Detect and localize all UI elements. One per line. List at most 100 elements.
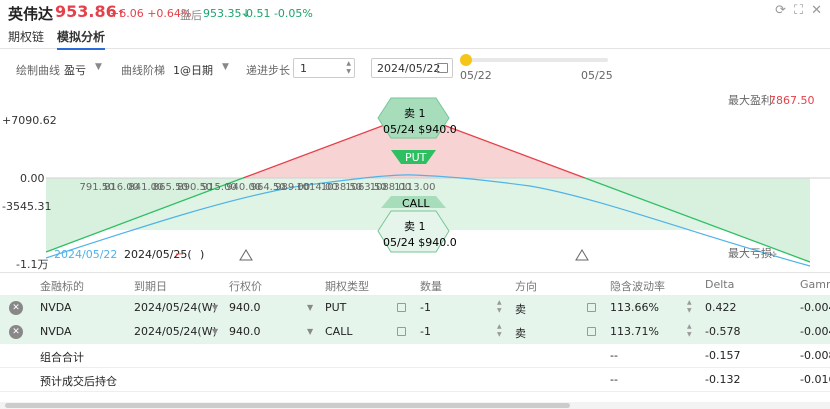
col-type: 期权类型: [325, 280, 369, 293]
row-strike[interactable]: 940.0: [229, 325, 261, 338]
put-leg-action: 卖 1: [404, 107, 426, 120]
row-type[interactable]: PUT: [325, 301, 346, 314]
row-delta: 0.422: [705, 301, 737, 314]
col-qty: 数量: [420, 280, 442, 293]
tab-option-chain[interactable]: 期权链: [8, 28, 44, 45]
y-tick: -1.1万: [16, 258, 48, 270]
after-hours-change: -0.51 -0.05%: [242, 7, 313, 20]
chevron-down-icon[interactable]: ▼: [212, 327, 218, 336]
slider-end-label: 05/25: [581, 69, 613, 82]
ladder-select[interactable]: 1@日期: [173, 62, 213, 78]
table-row: ✕ NVDA 2024/05/24(W) ▼ 940.0 ▼ PUT -1 ▲ ▼…: [0, 296, 830, 320]
row-iv[interactable]: 113.71%: [610, 325, 659, 338]
maximize-icon[interactable]: ⛶: [794, 3, 803, 18]
close-icon[interactable]: ✕: [811, 3, 822, 18]
chevron-down-icon[interactable]: ▼: [307, 303, 313, 312]
slider-start-label: 05/22: [460, 69, 492, 82]
row-qty[interactable]: -1: [420, 325, 431, 338]
stepper-up-icon[interactable]: ▲: [346, 60, 351, 68]
row-qty[interactable]: -1: [420, 301, 431, 314]
row-symbol: NVDA: [40, 301, 72, 314]
row-direction[interactable]: 卖: [515, 325, 526, 341]
date-slider-handle[interactable]: [460, 54, 472, 66]
iv-stepper-icon[interactable]: ▲ ▼: [687, 323, 692, 339]
after-hours-label: 盘后: [180, 9, 202, 22]
col-direction: 方向: [515, 280, 537, 293]
table-header: 金融标的 到期日 行权价 期权类型 数量 方向 隐含波动率 Delta Gamm: [0, 272, 830, 296]
date-slider-track[interactable]: [462, 58, 608, 62]
y-tick: -3545.31: [2, 200, 51, 213]
ladder-label: 曲线阶梯: [121, 64, 165, 77]
col-strike: 行权价: [229, 280, 262, 293]
col-delta: Delta: [705, 278, 735, 291]
quote-header: 英伟达 953.86↑ +6.06 +0.64% 盘后 953.35↓ -0.5…: [0, 0, 830, 25]
summary-delta: -0.132: [705, 373, 741, 386]
svg-text:⌐: ⌐: [175, 248, 184, 261]
date-input[interactable]: 2024/05/22: [371, 58, 453, 78]
summary-gamma: -0.008: [800, 349, 830, 362]
row-delta: -0.578: [705, 325, 741, 338]
tab-bar: 期权链 模拟分析: [0, 25, 830, 50]
call-leg-type: CALL: [402, 197, 430, 210]
y-tick: +7090.62: [2, 114, 57, 127]
tab-simulation[interactable]: 模拟分析: [57, 28, 106, 50]
x-tick: 1113.00: [394, 182, 435, 193]
step-stepper[interactable]: 1 ▲ ▼: [293, 58, 355, 78]
row-gamma: -0.004: [800, 325, 830, 338]
calendar-icon[interactable]: [437, 63, 448, 73]
legend-expiry-close: ): [200, 248, 204, 261]
chevron-down-icon[interactable]: ▼: [95, 62, 102, 72]
table-row: ✕ NVDA 2024/05/24(W) ▼ 940.0 ▼ CALL -1 ▲…: [0, 320, 830, 344]
row-iv[interactable]: 113.66%: [610, 301, 659, 314]
chevron-down-icon[interactable]: ▼: [222, 62, 229, 72]
col-expiry: 到期日: [134, 280, 167, 293]
max-profit-value: 7867.50: [769, 94, 815, 107]
summary-label: 预计成交后持仓: [40, 375, 117, 388]
chevron-down-icon[interactable]: ▼: [212, 303, 218, 312]
row-symbol: NVDA: [40, 325, 72, 338]
summary-label: 组合合计: [40, 351, 84, 364]
summary-delta: -0.157: [705, 349, 741, 362]
step-label: 递进步长: [246, 64, 290, 77]
max-loss-value: --: [769, 247, 777, 260]
col-iv: 隐含波动率: [610, 280, 665, 293]
breakeven-marker-right: [575, 249, 589, 261]
stepper-down-icon[interactable]: ▼: [346, 68, 351, 76]
pnl-chart: +7090.62 0.00 -3545.31 -1.1万 791.50816.0…: [2, 93, 830, 270]
scrollbar-thumb[interactable]: [5, 403, 570, 408]
edit-icon[interactable]: [587, 303, 596, 312]
summary-row: 组合合计 -- -0.157 -0.008: [0, 344, 830, 368]
remove-leg-icon[interactable]: ✕: [9, 325, 23, 339]
edit-icon[interactable]: [397, 303, 406, 312]
curve-label: 绘制曲线: [16, 64, 60, 77]
qty-stepper-icon[interactable]: ▲ ▼: [497, 299, 502, 315]
remove-leg-icon[interactable]: ✕: [9, 301, 23, 315]
iv-stepper-icon[interactable]: ▲ ▼: [687, 299, 692, 315]
edit-icon[interactable]: [587, 327, 596, 336]
row-direction[interactable]: 卖: [515, 301, 526, 317]
summary-iv: --: [610, 373, 618, 386]
put-leg-detail: 05/24 $940.0: [383, 123, 457, 136]
y-tick: 0.00: [20, 172, 45, 185]
summary-gamma: -0.016: [800, 373, 830, 386]
row-strike[interactable]: 940.0: [229, 301, 261, 314]
summary-iv: --: [610, 349, 618, 362]
curve-select[interactable]: 盈亏: [64, 62, 86, 78]
summary-row: 预计成交后持仓 -- -0.132 -0.016: [0, 368, 830, 392]
chevron-down-icon[interactable]: ▼: [307, 327, 313, 336]
call-leg-action: 卖 1: [404, 220, 426, 233]
row-type[interactable]: CALL: [325, 325, 352, 338]
qty-stepper-icon[interactable]: ▲ ▼: [497, 323, 502, 339]
edit-icon[interactable]: [397, 327, 406, 336]
stock-name: 英伟达: [8, 5, 54, 23]
call-leg-detail: 05/24 $940.0: [383, 236, 457, 249]
row-gamma: -0.004: [800, 301, 830, 314]
put-leg-type: PUT: [405, 151, 427, 164]
row-expiry[interactable]: 2024/05/24(W): [134, 301, 217, 314]
refresh-icon[interactable]: ⟳: [775, 3, 786, 18]
col-symbol: 金融标的: [40, 280, 84, 293]
col-gamma: Gamm: [800, 278, 830, 291]
legend-current: 2024/05/22: [54, 248, 117, 261]
breakeven-marker-left: [239, 249, 253, 261]
row-expiry[interactable]: 2024/05/24(W): [134, 325, 217, 338]
